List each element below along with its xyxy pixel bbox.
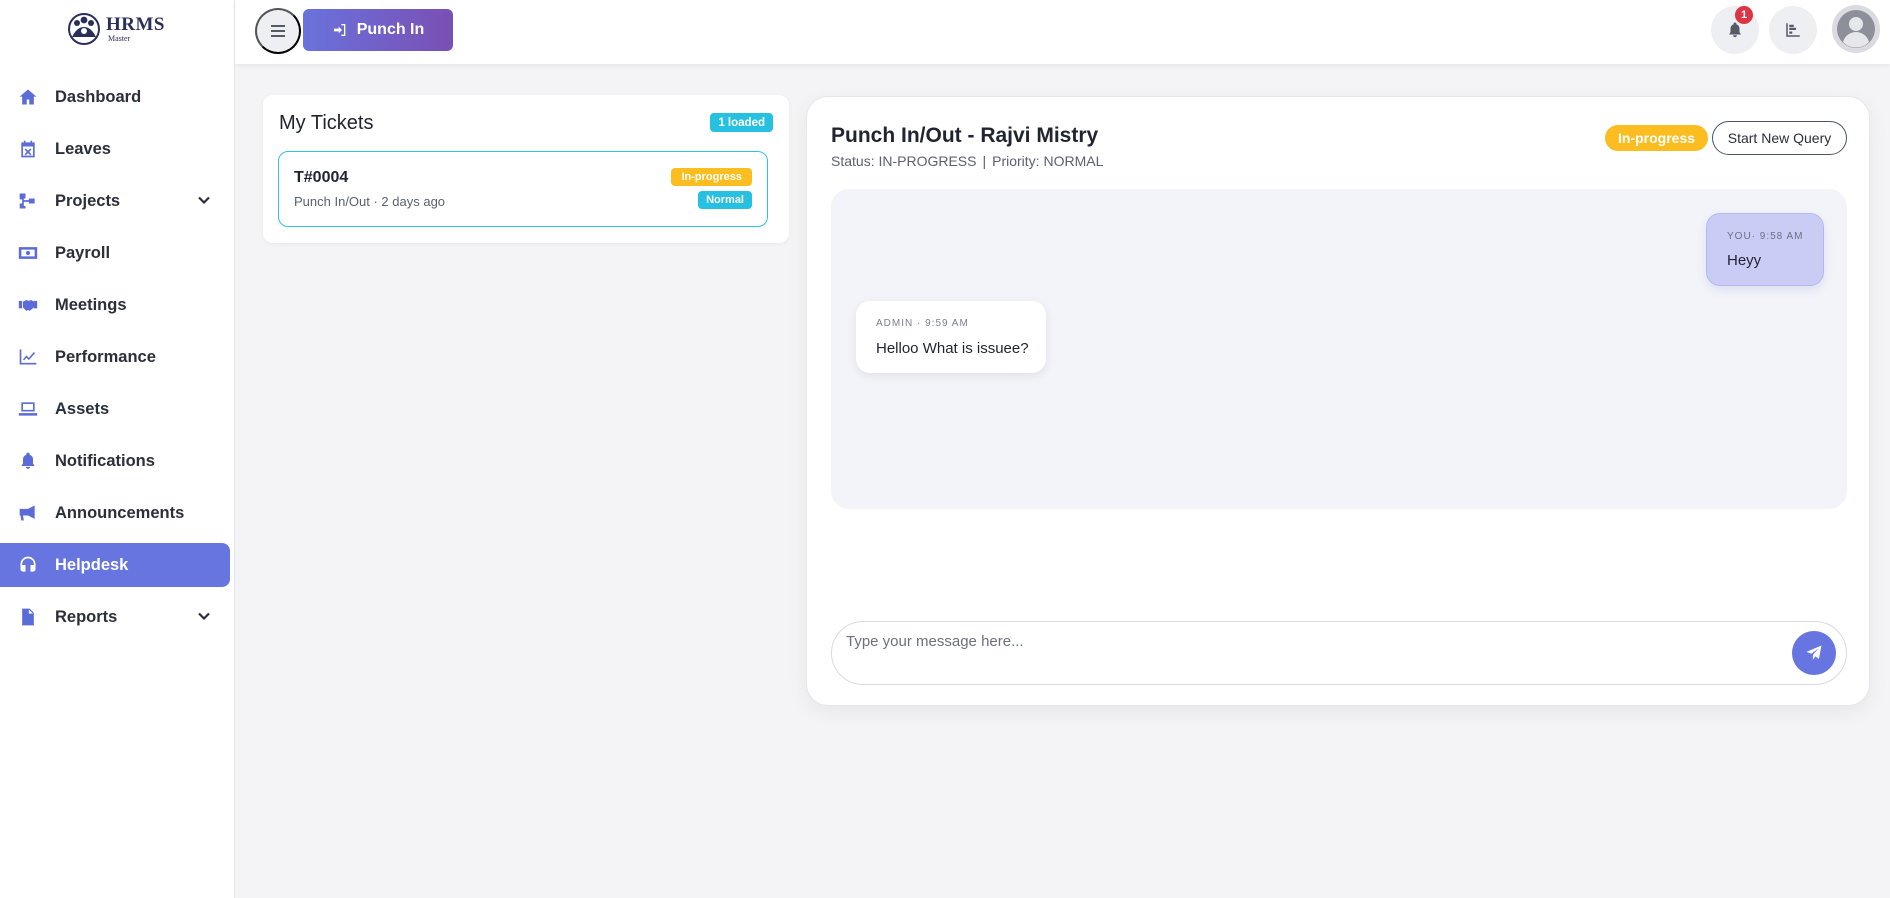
- sidebar-item-label: Assets: [55, 399, 110, 418]
- line-chart-icon: [17, 346, 39, 368]
- sidebar-item-label: Reports: [55, 607, 118, 626]
- my-tickets-card: My Tickets 1 loaded T#0004 Punch In/Out …: [263, 95, 789, 243]
- notification-count-badge: 1: [1735, 6, 1753, 24]
- chat-meta: Status: IN-PROGRESS | Priority: NORMAL: [831, 153, 1106, 169]
- headset-icon: [17, 554, 39, 576]
- sidebar-item-payroll[interactable]: Payroll: [0, 231, 230, 275]
- sidebar-item-label: Payroll: [55, 243, 111, 262]
- sidebar-item-performance[interactable]: Performance: [0, 335, 230, 379]
- my-tickets-title: My Tickets: [279, 112, 374, 134]
- message-composer: [831, 621, 1847, 685]
- message-thread[interactable]: YOU· 9:58 AM Heyy ADMIN · 9:59 AM Helloo…: [831, 189, 1847, 509]
- handshake-icon: [17, 294, 39, 316]
- sidebar-item-projects[interactable]: Projects: [0, 179, 230, 223]
- logo-subtitle: Master: [108, 34, 131, 43]
- money-bill-icon: [17, 242, 39, 264]
- laptop-icon: [17, 398, 39, 420]
- sidebar-item-dashboard[interactable]: Dashboard: [0, 75, 230, 119]
- bar-chart-icon: [1786, 23, 1800, 37]
- punch-in-label: Punch In: [356, 21, 425, 38]
- stats-button[interactable]: [1769, 6, 1817, 54]
- user-avatar[interactable]: [1832, 5, 1880, 53]
- sidebar-item-helpdesk[interactable]: Helpdesk: [0, 543, 230, 587]
- chevron-down-icon[interactable]: [196, 192, 212, 208]
- ticket-id: T#0004: [294, 169, 349, 186]
- message-meta: YOU· 9:58 AM: [1727, 231, 1804, 242]
- ticket-status-badge: In-progress: [671, 168, 752, 186]
- message-meta: ADMIN · 9:59 AM: [876, 318, 969, 329]
- message-text: Helloo What is issuee?: [876, 340, 1029, 357]
- sidebar-item-label: Projects: [55, 191, 121, 210]
- sidebar: HRMS Master Dashboard Leaves Projects Pa…: [0, 0, 235, 898]
- sidebar-item-label: Announcements: [55, 503, 185, 522]
- logo-title: HRMS: [106, 14, 165, 35]
- message-text: Heyy: [1727, 252, 1762, 269]
- sidebar-item-leaves[interactable]: Leaves: [0, 127, 230, 171]
- user-icon: [1837, 10, 1875, 48]
- app-logo[interactable]: HRMS Master: [64, 10, 165, 48]
- paper-plane-icon: [1806, 645, 1822, 660]
- ticket-chat-panel: Punch In/Out - Rajvi Mistry Status: IN-P…: [806, 96, 1870, 706]
- sign-in-icon: [333, 24, 346, 36]
- sidebar-item-label: Leaves: [55, 139, 111, 158]
- message-bubble-admin: ADMIN · 9:59 AM Helloo What is issuee?: [856, 301, 1046, 373]
- ticket-subtitle: Punch In/Out · 2 days ago: [294, 194, 446, 209]
- chat-priority-text: Priority: NORMAL: [992, 153, 1104, 169]
- sitemap-icon: [17, 190, 39, 212]
- sidebar-item-announcements[interactable]: Announcements: [0, 491, 230, 535]
- sidebar-item-label: Helpdesk: [55, 555, 129, 574]
- hamburger-icon: [271, 25, 285, 37]
- meta-separator: |: [982, 153, 987, 169]
- menu-toggle-button[interactable]: [255, 8, 301, 54]
- chevron-down-icon[interactable]: [196, 608, 212, 624]
- logo-icon: [64, 11, 104, 47]
- message-input[interactable]: [846, 629, 1746, 653]
- sidebar-item-label: Performance: [55, 347, 156, 366]
- sidebar-nav: Dashboard Leaves Projects Payroll Meetin…: [0, 75, 235, 647]
- sidebar-item-reports[interactable]: Reports: [0, 595, 230, 639]
- chat-title: Punch In/Out - Rajvi Mistry: [831, 124, 1099, 147]
- sidebar-item-notifications[interactable]: Notifications: [0, 439, 230, 483]
- chat-status-badge: In-progress: [1605, 125, 1709, 151]
- sidebar-item-label: Notifications: [55, 451, 155, 470]
- send-button[interactable]: [1792, 631, 1836, 675]
- sidebar-item-label: Dashboard: [55, 87, 142, 106]
- start-new-query-button[interactable]: Start New Query: [1712, 121, 1847, 155]
- ticket-priority-badge: Normal: [698, 191, 752, 209]
- file-icon: [17, 606, 39, 628]
- chat-status-text: Status: IN-PROGRESS: [831, 153, 977, 169]
- home-icon: [17, 86, 39, 108]
- sidebar-item-assets[interactable]: Assets: [0, 387, 230, 431]
- bell-icon: [17, 450, 39, 472]
- tickets-loaded-badge: 1 loaded: [710, 113, 773, 132]
- message-bubble-you: YOU· 9:58 AM Heyy: [1706, 213, 1824, 286]
- ticket-item[interactable]: T#0004 Punch In/Out · 2 days ago In-prog…: [278, 151, 768, 227]
- calendar-x-icon: [17, 138, 39, 160]
- topbar: Punch In 1: [235, 0, 1890, 64]
- punch-in-button[interactable]: Punch In: [303, 9, 453, 51]
- notifications-button[interactable]: 1: [1711, 6, 1759, 54]
- sidebar-item-meetings[interactable]: Meetings: [0, 283, 230, 327]
- sidebar-item-label: Meetings: [55, 295, 127, 314]
- megaphone-icon: [17, 502, 39, 524]
